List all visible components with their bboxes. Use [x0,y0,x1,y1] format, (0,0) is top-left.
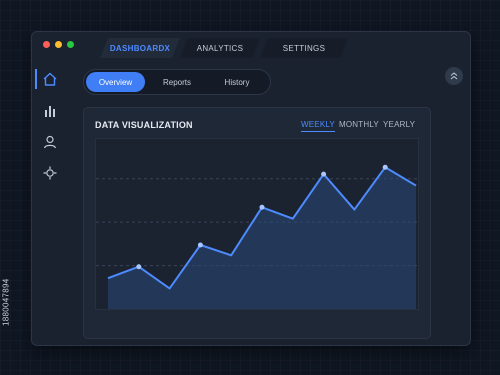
chart-area [95,138,419,310]
line-chart [96,164,418,309]
side-id-text: 1880047894 [1,278,11,326]
period-weekly[interactable]: WEEKLY [301,120,335,132]
tab-analytics[interactable]: ANALYTICS [180,38,260,58]
tab-dashboardx[interactable]: DASHBOARDX [100,38,180,58]
data-point[interactable] [321,171,327,177]
collapse-button[interactable] [445,67,463,85]
app-window: DASHBOARDX ANALYTICS SETTINGS Overview R… [31,31,471,346]
panel-title: DATA VISUALIZATION [95,120,193,130]
data-point[interactable] [382,164,388,170]
home-icon [43,72,57,86]
data-visualization-panel: DATA VISUALIZATION WEEKLY MONTHLY YEARLY [83,107,431,339]
sidebar-item-profile[interactable] [32,129,68,155]
minimize-window-button[interactable] [55,41,62,48]
location-icon [43,166,57,180]
data-point[interactable] [197,242,203,248]
sidebar-item-stats[interactable] [32,98,68,124]
window-controls [43,41,74,48]
data-point[interactable] [136,264,142,270]
subnav-history[interactable]: History [208,72,266,92]
user-icon [43,135,57,149]
subnav-reports[interactable]: Reports [148,72,206,92]
bar-chart-icon [45,106,55,117]
sidebar-item-home[interactable] [32,66,68,92]
sidebar-item-location[interactable] [32,160,68,186]
view-switcher: Overview Reports History [83,69,271,95]
collapse-icon [450,72,458,80]
period-yearly[interactable]: YEARLY [383,120,415,129]
sidebar [32,66,68,336]
tab-settings[interactable]: SETTINGS [260,38,348,58]
period-monthly[interactable]: MONTHLY [339,120,379,129]
close-window-button[interactable] [43,41,50,48]
maximize-window-button[interactable] [67,41,74,48]
subnav-overview[interactable]: Overview [86,72,145,92]
data-point[interactable] [259,204,265,210]
